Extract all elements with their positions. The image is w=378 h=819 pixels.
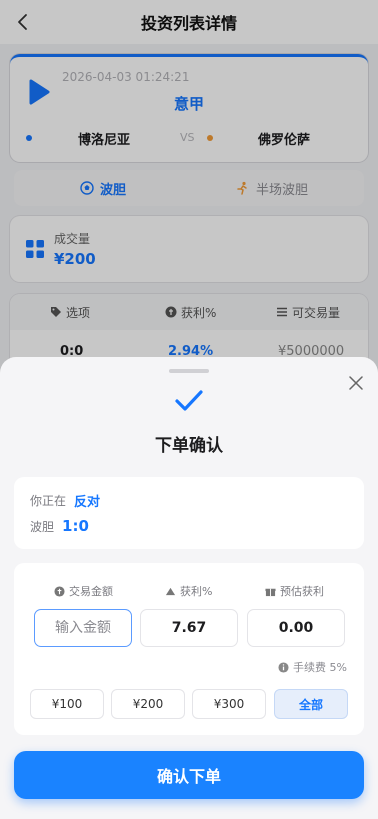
amount-label-text: 交易金额 — [69, 585, 113, 598]
position-value: 反对 — [74, 495, 101, 510]
expected-profit-value: 0.00 — [247, 609, 345, 647]
fee-text: 手续费 5% — [293, 661, 347, 674]
order-confirm-sheet: 下单确认 你正在 反对 波胆 1:0 交易金额 获利% 预估获利 7.67 0.… — [0, 357, 378, 819]
coin-icon — [54, 585, 65, 597]
score-label: 波胆 — [30, 519, 55, 534]
quick-amount-300[interactable]: ¥300 — [192, 689, 266, 719]
close-button[interactable] — [346, 373, 366, 393]
profit-label: 获利% — [165, 583, 212, 599]
check-icon — [175, 390, 203, 411]
fee-note: 手续费 5% — [278, 659, 347, 675]
info-icon — [278, 661, 289, 673]
gift-icon — [265, 588, 276, 596]
selection-info-card: 你正在 反对 波胆 1:0 — [14, 477, 364, 549]
position-line: 你正在 反对 — [30, 491, 100, 510]
quick-amount-100[interactable]: ¥100 — [30, 689, 104, 719]
amount-input[interactable] — [38, 620, 128, 636]
confirm-order-button[interactable]: 确认下单 — [14, 751, 364, 799]
order-form-card: 交易金额 获利% 预估获利 7.67 0.00 手续费 5% ¥100 ¥200… — [14, 563, 364, 735]
expected-profit-label: 预估获利 — [265, 583, 324, 599]
drag-handle[interactable] — [169, 369, 209, 373]
close-icon — [349, 376, 363, 390]
quick-amount-all[interactable]: 全部 — [274, 689, 348, 719]
quick-amount-200[interactable]: ¥200 — [111, 689, 185, 719]
triangle-up-icon — [165, 587, 176, 595]
amount-field[interactable] — [34, 609, 132, 647]
score-value: 1:0 — [62, 517, 89, 535]
sheet-title: 下单确认 — [155, 436, 223, 456]
profit-label-text: 获利% — [180, 585, 213, 598]
score-line: 波胆 1:0 — [30, 517, 89, 535]
amount-label: 交易金额 — [54, 583, 113, 599]
expected-label-text: 预估获利 — [280, 585, 324, 598]
profit-value: 7.67 — [140, 609, 238, 647]
position-label: 你正在 — [30, 494, 67, 508]
